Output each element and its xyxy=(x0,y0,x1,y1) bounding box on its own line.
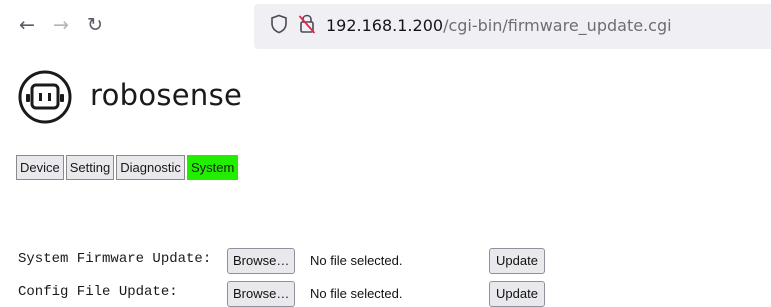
brand-name: robosense xyxy=(90,78,243,112)
firmware-browse-button[interactable]: Browse… xyxy=(227,248,296,274)
config-file-status: No file selected. xyxy=(310,286,403,301)
url-path: /cgi-bin/firmware_update.cgi xyxy=(443,16,672,35)
firmware-file-status: No file selected. xyxy=(310,253,403,268)
tab-system[interactable]: System xyxy=(186,155,239,180)
config-update-button[interactable]: Update xyxy=(489,281,545,307)
url-host: 192.168.1.200 xyxy=(326,16,444,35)
browser-toolbar: ← → ↻ 192.168.1.200/cgi-bin/firmware_upd… xyxy=(0,0,771,58)
robot-logo-icon xyxy=(18,70,72,124)
url-text[interactable]: 192.168.1.200/cgi-bin/firmware_update.cg… xyxy=(326,16,672,35)
insecure-lock-icon[interactable] xyxy=(296,12,318,36)
firmware-update-row: System Firmware Update: Browse… No file … xyxy=(18,248,758,274)
tab-setting[interactable]: Setting xyxy=(65,155,115,180)
back-arrow-icon[interactable]: ← xyxy=(14,12,40,38)
reload-icon[interactable]: ↻ xyxy=(82,12,108,38)
main-tabs: Device Setting Diagnostic System xyxy=(16,155,240,180)
config-update-row: Config File Update: Browse… No file sele… xyxy=(18,281,758,307)
shield-icon[interactable] xyxy=(268,12,290,36)
config-update-label: Config File Update: xyxy=(18,284,178,300)
forward-arrow-icon[interactable]: → xyxy=(48,12,74,38)
robosense-logo: robosense xyxy=(18,70,242,124)
firmware-update-button[interactable]: Update xyxy=(489,248,545,274)
address-bar[interactable]: 192.168.1.200/cgi-bin/firmware_update.cg… xyxy=(254,4,771,49)
tab-device[interactable]: Device xyxy=(16,155,64,180)
config-browse-button[interactable]: Browse… xyxy=(227,281,296,307)
tab-diagnostic[interactable]: Diagnostic xyxy=(116,155,185,180)
firmware-update-label: System Firmware Update: xyxy=(18,251,212,267)
